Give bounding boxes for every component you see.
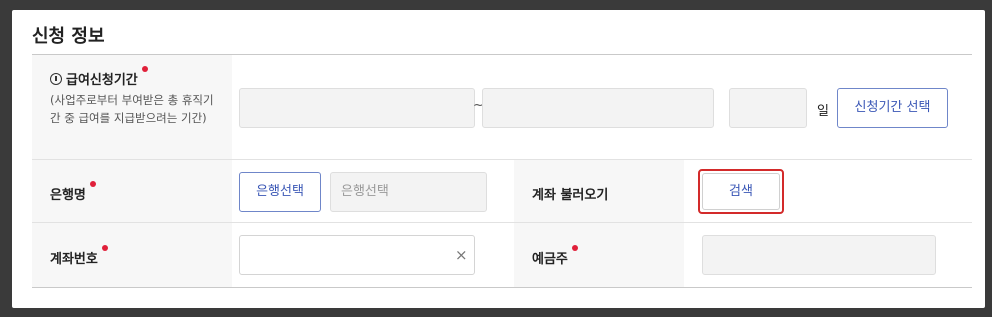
period-label-cell: 급여신청기간 (사업주로부터 부여받은 총 휴직기간 중 급여를 지급받으려는 … xyxy=(32,55,232,159)
required-icon xyxy=(141,66,148,72)
days-unit: 일 xyxy=(817,104,829,119)
account-search-button[interactable]: 검색 xyxy=(702,173,780,210)
period-label: 급여신청기간 xyxy=(50,66,148,88)
account-number-input[interactable] xyxy=(239,235,475,275)
account-number-label: 계좌번호 xyxy=(50,245,108,267)
period-end-input[interactable] xyxy=(482,88,714,128)
period-days-input[interactable] xyxy=(729,88,807,128)
required-icon xyxy=(89,181,96,187)
select-bank-button[interactable]: 은행선택 xyxy=(239,172,321,212)
required-icon xyxy=(571,245,578,251)
table-bottom-border xyxy=(32,287,972,288)
close-icon[interactable]: × xyxy=(455,246,468,264)
required-icon xyxy=(101,245,108,251)
account-load-label: 계좌 불러오기 xyxy=(532,188,609,203)
period-description: (사업주로부터 부여받은 총 휴직기간 중 급여를 지급받으려는 기간) xyxy=(50,93,214,125)
depositor-field xyxy=(702,235,936,275)
info-icon xyxy=(50,73,62,85)
section-title: 신청 정보 xyxy=(32,26,105,47)
depositor-label-cell: 예금주 xyxy=(514,223,684,287)
bank-label: 은행명 xyxy=(50,181,96,203)
depositor-label: 예금주 xyxy=(532,245,578,267)
select-period-button[interactable]: 신청기간 선택 xyxy=(837,88,948,128)
bank-name-field: 은행선택 xyxy=(330,172,487,212)
account-load-label-cell: 계좌 불러오기 xyxy=(514,160,684,222)
period-start-input[interactable] xyxy=(239,88,475,128)
account-number-label-cell: 계좌번호 xyxy=(32,223,232,287)
application-info-panel: 신청 정보 급여신청기간 (사업주로부터 부여받은 총 휴직기간 중 급여를 지… xyxy=(12,10,985,308)
bank-label-cell: 은행명 xyxy=(32,160,232,222)
